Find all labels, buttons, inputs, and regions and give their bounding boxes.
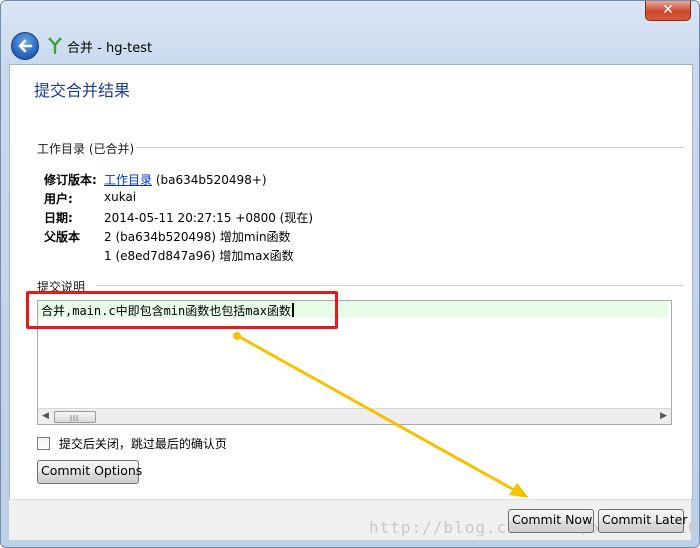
working-dir-header: 工作目录 (已合并): [37, 142, 135, 156]
back-button[interactable]: [11, 32, 39, 60]
revision-row: 修订版本: 工作目录 (ba634b520498+): [44, 171, 267, 188]
user-value: xukai: [104, 190, 137, 204]
wizard-footer: http://blog.csdn.net/xukai871105 Commit …: [9, 499, 699, 540]
close-after-commit-option[interactable]: 提交后关闭，跳过最后的确认页: [37, 435, 227, 452]
scroll-right-icon[interactable]: ▶: [660, 411, 667, 421]
parent-row: 1 (e8ed7d847a96) 增加max函数: [44, 247, 294, 263]
parents-label: 父版本: [44, 230, 81, 244]
horizontal-scrollbar[interactable]: ◀ ▶: [38, 408, 671, 424]
highlight-annotation-box: [26, 291, 338, 329]
close-icon: ✕: [662, 2, 674, 18]
revision-value: 工作目录 (ba634b520498+): [104, 171, 267, 188]
commit-now-button[interactable]: Commit Now: [508, 509, 594, 533]
scroll-left-icon[interactable]: ◀: [42, 411, 49, 421]
parent-row: 父版本 2 (ba634b520498) 增加min函数: [44, 228, 291, 245]
date-row: 日期: 2014-05-11 20:27:15 +0800 (现在): [44, 209, 313, 226]
close-button[interactable]: ✕: [645, 1, 691, 21]
date-value: 2014-05-11 20:27:15 +0800 (现在): [104, 211, 314, 225]
user-row: 用户: xukai: [44, 190, 136, 207]
merge-icon: [48, 37, 62, 54]
back-arrow-icon: [18, 39, 33, 53]
group-divider: [136, 147, 684, 148]
window-title: 合并 - hg-test: [67, 41, 153, 56]
group-divider: [96, 285, 684, 286]
working-dir-link[interactable]: 工作目录: [104, 173, 152, 187]
scrollbar-thumb[interactable]: [54, 411, 96, 423]
date-label: 日期:: [44, 211, 73, 225]
navigation-bar: 合并 - hg-test: [9, 29, 689, 63]
parent-value: 2 (ba634b520498) 增加min函数: [104, 230, 291, 244]
revision-label: 修订版本:: [44, 173, 97, 187]
wizard-page: 提交合并结果 工作目录 (已合并) 修订版本: 工作目录 (ba634b5204…: [9, 64, 693, 500]
page-title: 提交合并结果: [34, 81, 131, 100]
close-after-commit-label: 提交后关闭，跳过最后的确认页: [58, 437, 227, 451]
commit-options-button[interactable]: Commit Options: [37, 460, 142, 484]
commit-later-button[interactable]: Commit Later: [598, 509, 687, 533]
close-after-commit-checkbox[interactable]: [37, 437, 50, 450]
grip-icon: [70, 415, 78, 421]
dialog-window: ✕ 合并 - hg-test 提交合并结果 工作目录 (已合并) 修订版本: 工…: [0, 0, 700, 548]
user-label: 用户:: [44, 192, 73, 206]
parent-value: 1 (e8ed7d847a96) 增加max函数: [104, 249, 294, 263]
revision-hash: (ba634b520498+): [155, 173, 267, 187]
